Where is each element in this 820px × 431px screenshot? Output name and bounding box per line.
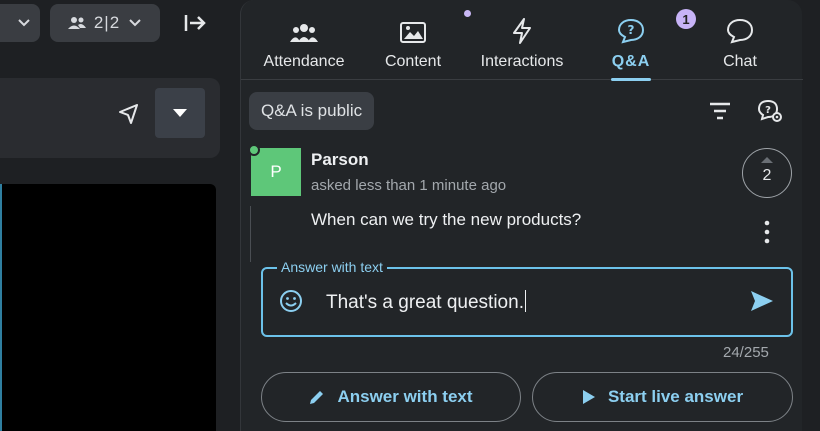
- emoji-icon[interactable]: [279, 289, 303, 313]
- svg-text:?: ?: [765, 105, 771, 116]
- chevron-down-icon: [129, 19, 141, 27]
- collapse-panel-icon[interactable]: [180, 9, 210, 37]
- lightning-icon: [513, 18, 531, 44]
- stage-focus-edge: [0, 184, 2, 431]
- answer-text: That's a great question.: [326, 292, 524, 313]
- tab-label: Attendance: [263, 53, 345, 70]
- thread-line: [250, 206, 251, 262]
- participants-count: 2|2: [93, 13, 121, 32]
- button-label: Start live answer: [607, 387, 744, 406]
- upvote-arrow-icon: [761, 157, 773, 163]
- tab-label: Chat: [723, 53, 757, 70]
- question-text: When can we try the new products?: [311, 210, 582, 229]
- answer-input-label: Answer with text: [277, 259, 387, 275]
- tab-interactions[interactable]: Interactions: [467, 0, 577, 80]
- chevron-down-icon: [18, 19, 30, 27]
- video-stage: [0, 184, 216, 431]
- main-stage-area: 2|2: [0, 0, 240, 431]
- active-tab-indicator: [611, 78, 651, 81]
- question-bubble-icon: ?: [617, 18, 645, 44]
- layout-dropdown-button[interactable]: [0, 4, 40, 42]
- more-options-icon[interactable]: [764, 220, 770, 244]
- text-caret: [524, 290, 526, 312]
- answer-with-text-button[interactable]: Answer with text: [261, 372, 521, 422]
- qa-public-chip: Q&A is public: [249, 92, 375, 130]
- send-icon[interactable]: [750, 290, 774, 312]
- tab-qa[interactable]: ? 1 Q&A: [587, 0, 696, 81]
- group-icon: [290, 24, 318, 42]
- character-counter: 24/255: [723, 344, 769, 361]
- tab-chat[interactable]: Chat: [693, 0, 787, 80]
- chat-bubble-icon: [726, 18, 754, 44]
- tab-label: Content: [384, 53, 442, 70]
- question-timestamp: asked less than 1 minute ago: [311, 177, 507, 194]
- side-panel: Attendance Content Interactions ? 1 Q&A …: [240, 0, 803, 431]
- people-icon: [67, 17, 86, 29]
- pointer-cursor-icon[interactable]: [117, 102, 141, 126]
- tool-dropdown-button[interactable]: [155, 88, 205, 138]
- question-author: Parson: [311, 150, 369, 169]
- panel-tabs: Attendance Content Interactions ? 1 Q&A …: [241, 0, 803, 81]
- online-status-dot: [248, 144, 260, 156]
- pencil-icon: [310, 391, 324, 404]
- qa-settings-icon[interactable]: ?: [757, 99, 783, 123]
- vote-count: 2: [762, 167, 772, 184]
- answer-input-value[interactable]: That's a great question.: [326, 290, 526, 314]
- participants-button[interactable]: 2|2: [50, 4, 160, 42]
- tab-attendance[interactable]: Attendance: [249, 0, 359, 80]
- play-icon: [582, 390, 595, 404]
- caret-down-icon: [173, 109, 187, 117]
- image-icon: [400, 22, 426, 43]
- start-live-answer-button[interactable]: Start live answer: [532, 372, 793, 422]
- tab-content[interactable]: Content: [363, 0, 471, 80]
- filter-icon[interactable]: [709, 100, 731, 122]
- upvote-button[interactable]: 2: [742, 148, 792, 198]
- svg-text:?: ?: [628, 23, 635, 37]
- tab-label: Interactions: [480, 53, 564, 70]
- button-label: Answer with text: [337, 387, 473, 406]
- tab-label: Q&A: [611, 53, 651, 70]
- avatar: P: [251, 148, 301, 196]
